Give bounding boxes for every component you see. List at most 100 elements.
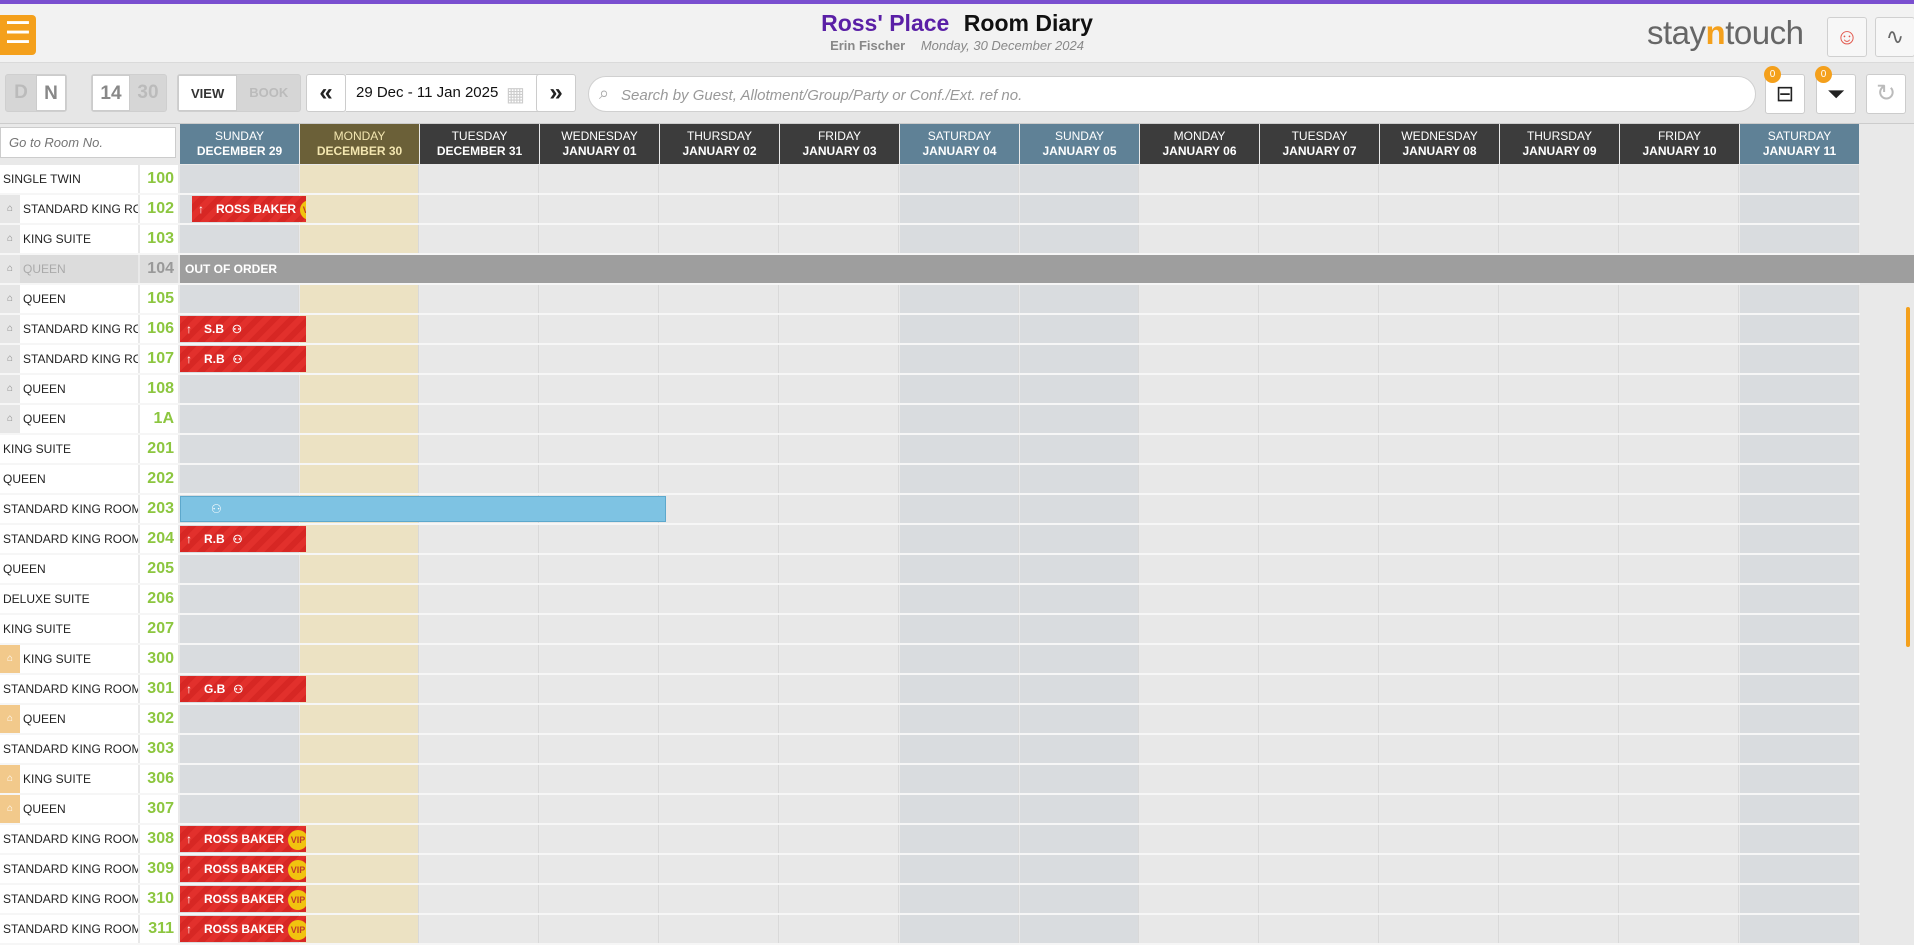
diary-cell[interactable] <box>1020 615 1139 643</box>
room-number[interactable]: 308 <box>140 825 178 853</box>
diary-cell[interactable] <box>1260 315 1379 343</box>
diary-cell[interactable] <box>300 465 419 493</box>
diary-cell[interactable] <box>180 735 299 763</box>
diary-cell[interactable] <box>540 375 659 403</box>
diary-cell[interactable] <box>1740 195 1859 223</box>
diary-cell[interactable] <box>1260 345 1379 373</box>
diary-cell[interactable] <box>1380 915 1499 943</box>
diary-cell[interactable] <box>900 285 1019 313</box>
diary-cell[interactable] <box>420 435 539 463</box>
diary-cell[interactable] <box>1740 345 1859 373</box>
diary-cell[interactable] <box>420 225 539 253</box>
diary-cell[interactable] <box>780 555 899 583</box>
diary-cell[interactable] <box>1380 735 1499 763</box>
diary-cell[interactable] <box>1620 825 1739 853</box>
diary-cell[interactable] <box>780 705 899 733</box>
diary-cell[interactable] <box>1020 495 1139 523</box>
diary-cell[interactable] <box>660 615 779 643</box>
diary-cell[interactable] <box>1140 285 1259 313</box>
diary-cell[interactable] <box>1140 195 1259 223</box>
room-number[interactable]: 303 <box>140 735 178 763</box>
diary-cell[interactable] <box>1260 825 1379 853</box>
range-30[interactable]: 30 <box>130 75 166 111</box>
diary-cell[interactable] <box>1740 795 1859 823</box>
diary-cell[interactable] <box>900 165 1019 193</box>
diary-cell[interactable] <box>900 225 1019 253</box>
diary-cell[interactable] <box>1380 765 1499 793</box>
diary-cell[interactable] <box>300 525 419 553</box>
reservation-block[interactable]: ↑ G.B ⚇ <box>180 676 306 702</box>
reservation-block[interactable]: ↑ ROSS BAKERVIP <box>180 886 306 912</box>
room-number[interactable]: 310 <box>140 885 178 913</box>
diary-cell[interactable] <box>180 765 299 793</box>
reservation-block[interactable]: ↑ ROSS BAKERVIP <box>180 826 306 852</box>
diary-cell[interactable] <box>540 765 659 793</box>
diary-cell[interactable] <box>180 585 299 613</box>
diary-cell[interactable] <box>540 225 659 253</box>
diary-cell[interactable] <box>1380 435 1499 463</box>
diary-cell[interactable] <box>780 345 899 373</box>
diary-cell[interactable] <box>900 375 1019 403</box>
diary-cell[interactable] <box>1140 465 1259 493</box>
diary-cell[interactable] <box>1500 765 1619 793</box>
diary-cell[interactable] <box>1260 495 1379 523</box>
room-number[interactable]: 207 <box>140 615 178 643</box>
room-number[interactable]: 203 <box>140 495 178 523</box>
diary-cell[interactable] <box>1620 795 1739 823</box>
diary-cell[interactable] <box>420 525 539 553</box>
diary-cell[interactable] <box>1620 435 1739 463</box>
diary-cell[interactable] <box>540 675 659 703</box>
diary-cell[interactable] <box>420 825 539 853</box>
diary-cell[interactable] <box>420 855 539 883</box>
diary-cell[interactable] <box>1500 585 1619 613</box>
diary-cell[interactable] <box>1740 315 1859 343</box>
diary-cell[interactable] <box>1140 855 1259 883</box>
room-number[interactable]: 201 <box>140 435 178 463</box>
diary-cell[interactable] <box>420 615 539 643</box>
diary-cell[interactable] <box>660 795 779 823</box>
diary-cell[interactable] <box>300 915 419 943</box>
diary-cell[interactable] <box>1140 675 1259 703</box>
diary-cell[interactable] <box>300 855 419 883</box>
diary-cell[interactable] <box>1740 885 1859 913</box>
diary-cell[interactable] <box>540 615 659 643</box>
diary-cell[interactable] <box>1500 435 1619 463</box>
room-number[interactable]: 301 <box>140 675 178 703</box>
diary-cell[interactable] <box>540 585 659 613</box>
diary-cell[interactable] <box>1020 165 1139 193</box>
book-mode-button[interactable]: BOOK <box>237 75 300 111</box>
diary-cell[interactable] <box>540 795 659 823</box>
room-number[interactable]: 107 <box>140 345 178 373</box>
room-number[interactable]: 1A <box>140 405 178 433</box>
diary-cell[interactable] <box>540 285 659 313</box>
diary-cell[interactable] <box>1140 795 1259 823</box>
diary-cell[interactable] <box>1620 495 1739 523</box>
vertical-scrollbar[interactable] <box>1906 307 1910 647</box>
diary-cell[interactable] <box>420 705 539 733</box>
diary-cell[interactable] <box>1620 885 1739 913</box>
diary-cell[interactable] <box>780 675 899 703</box>
diary-cell[interactable] <box>1500 285 1619 313</box>
diary-cell[interactable] <box>300 435 419 463</box>
diary-cell[interactable] <box>540 915 659 943</box>
diary-cell[interactable] <box>1140 435 1259 463</box>
room-number[interactable]: 102 <box>140 195 178 223</box>
diary-cell[interactable] <box>660 885 779 913</box>
diary-cell[interactable] <box>180 615 299 643</box>
diary-cell[interactable] <box>900 585 1019 613</box>
diary-cell[interactable] <box>1020 705 1139 733</box>
diary-cell[interactable] <box>780 735 899 763</box>
diary-cell[interactable] <box>1620 195 1739 223</box>
diary-cell[interactable] <box>1260 915 1379 943</box>
diary-cell[interactable] <box>1140 705 1259 733</box>
diary-cell[interactable] <box>780 645 899 673</box>
diary-cell[interactable] <box>1740 855 1859 883</box>
diary-cell[interactable] <box>540 645 659 673</box>
diary-cell[interactable] <box>1140 555 1259 583</box>
diary-cell[interactable] <box>660 585 779 613</box>
diary-cell[interactable] <box>1020 405 1139 433</box>
diary-cell[interactable] <box>300 345 419 373</box>
diary-cell[interactable] <box>1140 345 1259 373</box>
diary-cell[interactable] <box>780 525 899 553</box>
diary-cell[interactable] <box>1260 465 1379 493</box>
